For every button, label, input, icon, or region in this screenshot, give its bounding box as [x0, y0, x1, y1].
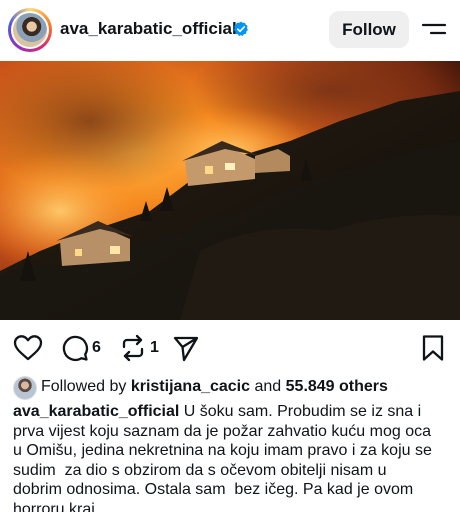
caption-line-1: ava_karabatic_official U šoku sam. Probu…: [13, 402, 450, 422]
followed-by-and: and: [254, 378, 282, 395]
follower-username[interactable]: kristijana_cacic: [131, 378, 250, 395]
action-bar: 6 1: [0, 330, 460, 366]
avatar-inner: [11, 11, 49, 49]
post-header: ava_karabatic_official Follow: [0, 0, 460, 60]
follow-button[interactable]: Follow: [329, 11, 409, 48]
wildfire-photo: [0, 61, 460, 320]
followed-by-prefix: Followed by: [41, 378, 127, 395]
comment-icon[interactable]: [61, 334, 89, 362]
post-photo[interactable]: [0, 61, 460, 320]
caption-line-6: horroru kraj.: [13, 500, 100, 512]
caption-text-1: U šoku sam. Probudim se iz sna i: [179, 403, 422, 420]
avatar-image: [13, 13, 47, 47]
caption-line-4: sudim za dio s obzirom da s očevom obite…: [13, 461, 387, 479]
followed-by-row[interactable]: Followed by kristijana_cacic and 55.849 …: [13, 375, 453, 401]
followed-by-text: Followed by kristijana_cacic and 55.849 …: [41, 378, 388, 396]
bookmark-icon[interactable]: [421, 334, 445, 362]
verified-badge-icon: [233, 21, 248, 36]
likes-others-count[interactable]: 55.849 others: [286, 378, 388, 395]
caption-username[interactable]: ava_karabatic_official: [13, 403, 179, 420]
repost-count: 1: [150, 339, 159, 356]
post-caption: ava_karabatic_official U šoku sam. Probu…: [13, 402, 450, 512]
comment-count: 6: [92, 339, 101, 356]
repost-icon[interactable]: [119, 334, 147, 362]
follower-avatar: [13, 376, 37, 400]
menu-icon[interactable]: [421, 19, 447, 39]
username-link[interactable]: ava_karabatic_official: [60, 19, 237, 39]
send-icon[interactable]: [172, 334, 200, 362]
caption-line-3: u Omišu, jedina nekretnina na koju imam …: [13, 442, 432, 459]
caption-line-5: dobrim odnosima. Ostala sam bez ičeg. Pa…: [13, 481, 414, 498]
profile-avatar[interactable]: [8, 8, 52, 52]
caption-line-2: prva vijest koju saznam da je požar zahv…: [13, 422, 431, 440]
heart-icon[interactable]: [13, 334, 43, 362]
